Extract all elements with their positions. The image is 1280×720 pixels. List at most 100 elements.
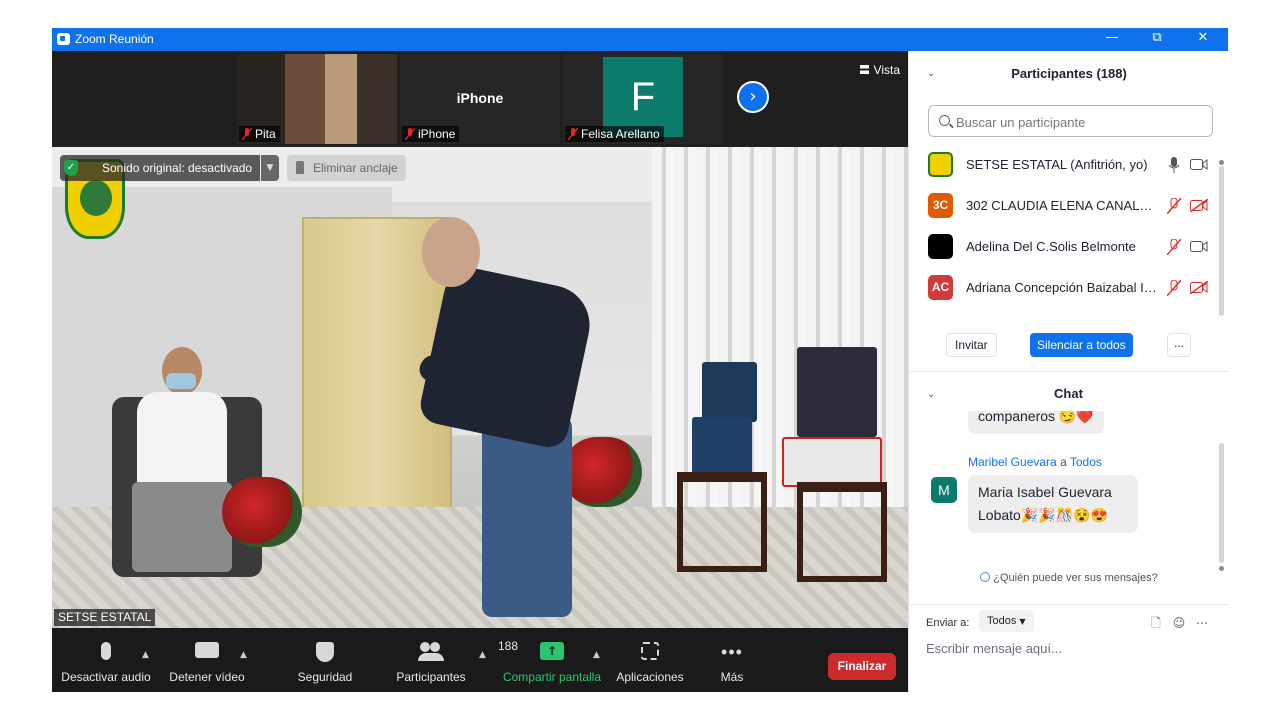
chevron-up-icon[interactable]: ▲	[593, 650, 603, 660]
thumbnail-pita[interactable]: Pita	[237, 54, 397, 144]
participant-search[interactable]	[928, 105, 1213, 137]
face-mask	[166, 373, 196, 389]
legs	[132, 482, 232, 572]
emoji-icon[interactable]: ☺	[1172, 616, 1186, 630]
thumbnail-label: iPhone	[456, 90, 504, 106]
recipient-name[interactable]: Todos	[1070, 455, 1102, 469]
thumbnail-name: Felisa Arellano	[565, 126, 664, 142]
appliance-box	[692, 417, 752, 477]
camera-off-icon[interactable]	[1190, 199, 1208, 212]
chat-message-bubble: companeros 😏❤️	[968, 411, 1104, 434]
more-button[interactable]: ••• Más	[712, 628, 752, 692]
security-button[interactable]: Seguridad	[292, 628, 358, 692]
send-to-label: Enviar a:	[926, 617, 970, 629]
avatar: F	[603, 57, 683, 137]
chevron-up-icon[interactable]: ▲	[240, 650, 250, 660]
participant-row[interactable]: SETSE ESTATAL (Anfitrión, yo)	[909, 144, 1221, 185]
chevron-down-icon[interactable]: ▼	[261, 155, 279, 181]
restore-button[interactable]: ⧉	[1137, 30, 1177, 48]
muted-mic-icon	[242, 128, 252, 140]
thumbnail-name: iPhone	[402, 126, 460, 142]
muted-mic-icon	[568, 128, 578, 140]
zoom-window: Zoom Reunión — ⧉ ✕ Pita iPhone iPhone F	[52, 28, 1229, 692]
more-icon[interactable]: ⋯	[1195, 616, 1209, 630]
camera-icon[interactable]	[1190, 158, 1208, 171]
end-meeting-button[interactable]: Finalizar	[828, 653, 896, 680]
microphone-icon	[101, 642, 111, 660]
participants-title: Participantes (188)	[1011, 66, 1127, 81]
stop-video-button[interactable]: Detener vídeo	[167, 628, 247, 692]
mute-audio-button[interactable]: Desactivar audio	[60, 628, 152, 692]
participant-name: Adriana Concepción Baizabal Ib...	[966, 280, 1161, 295]
search-icon	[939, 115, 950, 126]
video-area: Pita iPhone iPhone F Felisa Arellano › V…	[52, 51, 908, 692]
avatar	[928, 152, 953, 177]
muted-mic-icon[interactable]	[1167, 239, 1181, 255]
microphone-icon[interactable]	[1167, 157, 1181, 173]
chat-title: Chat	[1054, 386, 1083, 401]
seated-man	[122, 347, 242, 577]
camera-icon[interactable]	[1190, 240, 1208, 253]
participant-actions: Invitar Silenciar a todos ...	[909, 333, 1229, 363]
muted-mic-icon	[405, 128, 415, 140]
participant-row[interactable]: 3C 302 CLAUDIA ELENA CANALES ...	[909, 185, 1221, 226]
more-options-button[interactable]: ...	[1167, 333, 1191, 357]
thumbnail-iphone[interactable]: iPhone iPhone	[400, 54, 560, 144]
share-screen-icon: ↑	[540, 642, 564, 660]
side-panel: ⌄ Participantes (188) SETSE ESTATAL (Anf…	[908, 51, 1229, 692]
thumbnail-felisa[interactable]: F Felisa Arellano	[563, 54, 723, 144]
apps-button[interactable]: Aplicaciones	[615, 628, 685, 692]
title-bar: Zoom Reunión — ⧉ ✕	[52, 28, 1228, 51]
avatar: AC	[928, 275, 953, 300]
invite-button[interactable]: Invitar	[946, 333, 997, 357]
participants-header: ⌄ Participantes (188)	[909, 51, 1229, 95]
participant-name: 302 CLAUDIA ELENA CANALES ...	[966, 198, 1161, 213]
avatar: 3C	[928, 193, 953, 218]
participant-row[interactable]: AC Adriana Concepción Baizabal Ib...	[909, 267, 1221, 308]
chat-scrollbar[interactable]	[1219, 443, 1224, 571]
file-icon[interactable]: 🗋	[1149, 616, 1163, 630]
mute-all-button[interactable]: Silenciar a todos	[1030, 333, 1133, 357]
participant-row-partial[interactable]	[909, 308, 1221, 316]
speaker-name-label: SETSE ESTATAL	[54, 609, 156, 626]
chat-messages: companeros 😏❤️ Maribel Guevara a Todos M…	[909, 411, 1221, 586]
jeans	[482, 417, 572, 617]
participants-scrollbar[interactable]	[1219, 160, 1224, 316]
minimize-button[interactable]: —	[1092, 30, 1132, 48]
who-can-see-link[interactable]: ¿Quién puede ver sus mensajes?	[909, 572, 1229, 584]
more-icon: •••	[721, 642, 743, 662]
muted-mic-icon[interactable]	[1167, 198, 1181, 214]
camera-icon	[195, 642, 219, 658]
sender-name[interactable]: Maribel Guevara	[968, 455, 1057, 469]
poinsettia-plant	[222, 477, 302, 547]
chat-sender-line: Maribel Guevara a Todos	[968, 455, 1102, 469]
chevron-up-icon[interactable]: ▲	[479, 650, 489, 660]
participant-name: Adelina Del C.Solis Belmonte	[966, 239, 1136, 254]
avatar: M	[931, 477, 957, 503]
shirt	[137, 392, 227, 487]
thumbnail-name: Pita	[239, 126, 280, 142]
shield-check-icon: ✓	[64, 160, 78, 176]
share-screen-button[interactable]: ↑ Compartir pantalla	[502, 628, 602, 692]
send-to-dropdown[interactable]: Todos ▼	[979, 610, 1034, 632]
avatar	[928, 234, 953, 259]
unpin-button[interactable]: Eliminar anclaje	[287, 155, 406, 181]
participants-button[interactable]: Participantes	[392, 628, 470, 692]
muted-mic-icon[interactable]	[1167, 280, 1181, 296]
chevron-right-icon[interactable]: ›	[737, 81, 769, 113]
appliance-box	[702, 362, 757, 422]
chevron-up-icon[interactable]: ▲	[142, 650, 152, 660]
participant-row[interactable]: Adelina Del C.Solis Belmonte	[909, 226, 1221, 267]
chat-message-bubble: Maria Isabel Guevara Lobato🎉🎉🎊😵😍	[968, 475, 1138, 533]
chat-message-input[interactable]	[926, 638, 1216, 658]
wooden-chair	[677, 472, 767, 572]
participant-name: SETSE ESTATAL (Anfitrión, yo)	[966, 157, 1148, 172]
camera-off-icon[interactable]	[1190, 281, 1208, 294]
active-speaker-video: ✓ Sonido original: desactivado ▼ Elimina…	[52, 147, 908, 628]
head	[422, 217, 480, 287]
original-sound-toggle[interactable]: ✓ Sonido original: desactivado	[60, 155, 260, 181]
view-button[interactable]: Vista	[860, 63, 900, 77]
search-input[interactable]	[956, 112, 1206, 132]
participants-icon	[418, 642, 444, 661]
close-button[interactable]: ✕	[1183, 30, 1223, 48]
